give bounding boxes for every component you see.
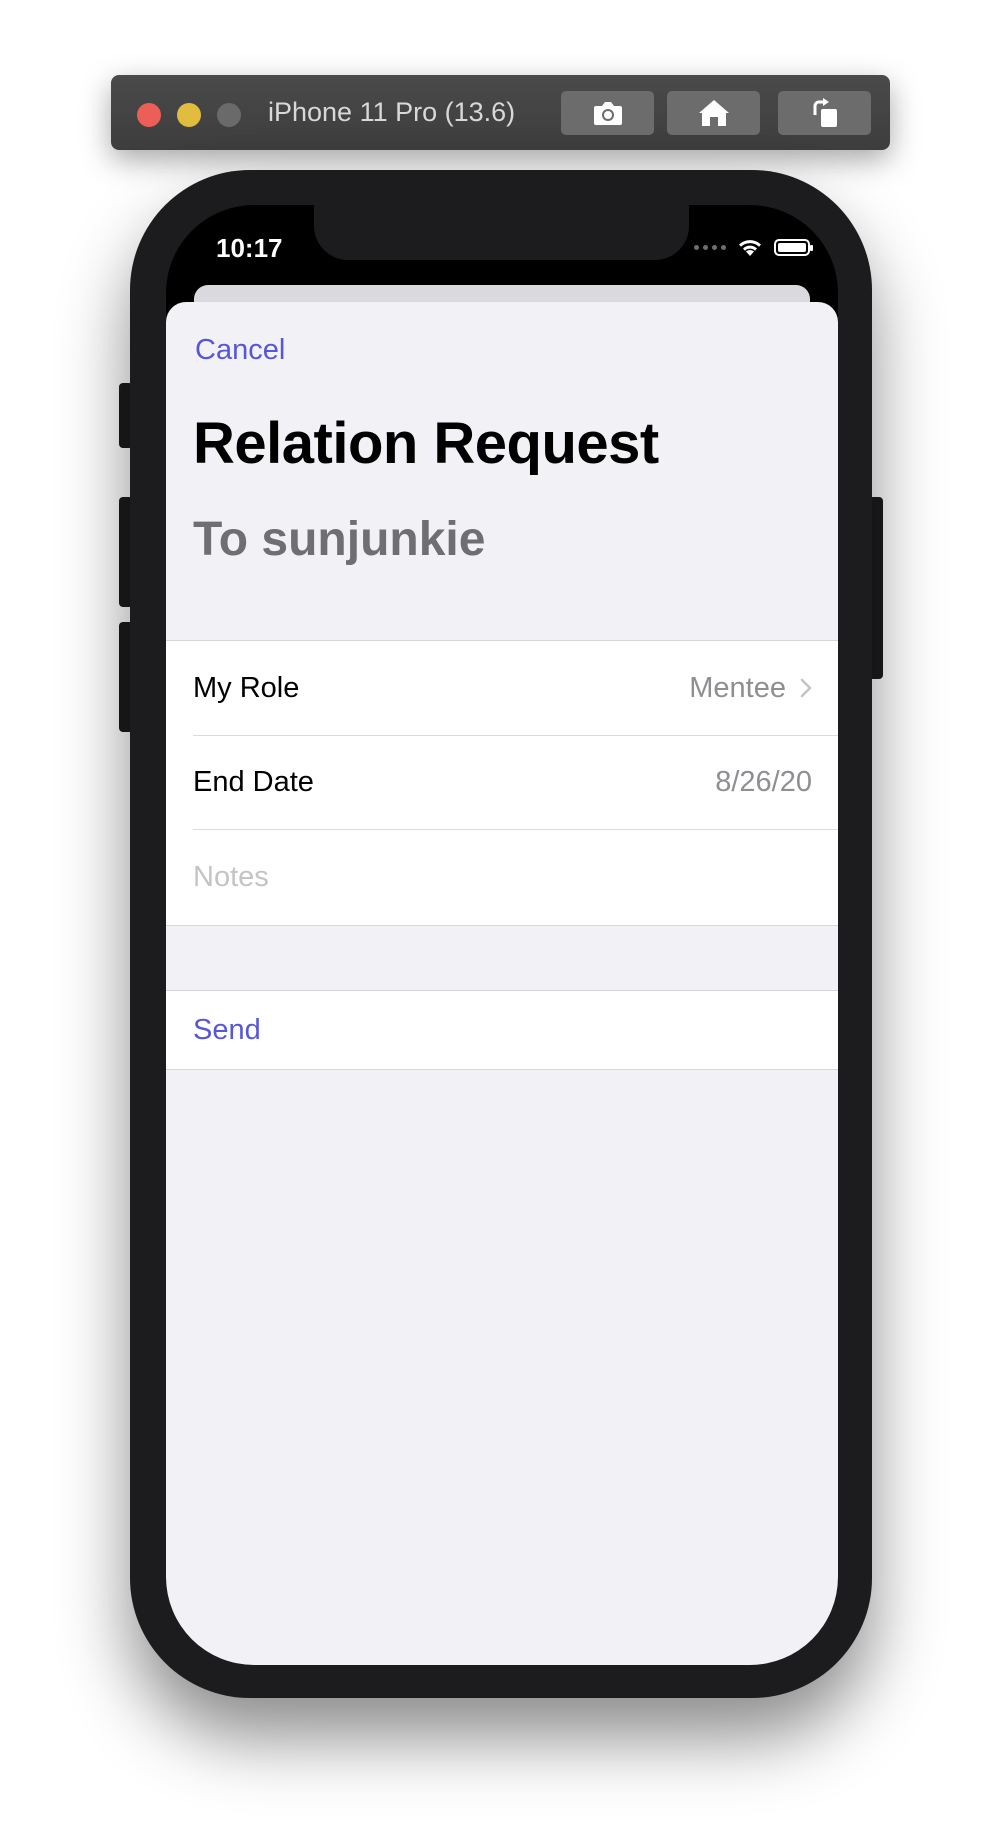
phone-screen: 10:17 Cancel Relation Request To sunjunk…	[166, 205, 838, 1665]
modal-sheet: Cancel Relation Request To sunjunkie My …	[166, 302, 838, 1665]
rotate-button[interactable]	[778, 91, 871, 135]
status-time: 10:17	[216, 233, 283, 263]
minimize-window-button[interactable]	[177, 103, 201, 127]
home-icon	[698, 100, 729, 126]
form-section: My Role Mentee End Date 8/26/20 Notes	[166, 640, 838, 926]
send-row[interactable]: Send	[166, 991, 838, 1069]
end-date-label: End Date	[193, 765, 314, 798]
home-button[interactable]	[667, 91, 760, 135]
zoom-window-button[interactable]	[217, 103, 241, 127]
notch	[314, 205, 689, 260]
screenshot-icon	[593, 102, 622, 125]
chevron-right-icon	[800, 678, 812, 698]
role-row[interactable]: My Role Mentee	[166, 641, 838, 735]
page-title: Relation Request	[193, 411, 659, 476]
signal-icon	[694, 244, 726, 250]
notes-placeholder: Notes	[193, 860, 269, 893]
cancel-button[interactable]: Cancel	[195, 334, 285, 367]
role-label: My Role	[193, 671, 300, 704]
battery-icon	[774, 238, 813, 256]
close-window-button[interactable]	[137, 103, 161, 127]
end-date-row[interactable]: End Date 8/26/20	[166, 735, 838, 829]
simulator-toolbar: iPhone 11 Pro (13.6)	[111, 75, 890, 150]
screenshot-button[interactable]	[561, 91, 654, 135]
role-value-container: Mentee	[689, 672, 812, 705]
rotate-icon	[813, 98, 837, 127]
role-value: Mentee	[689, 671, 786, 704]
notes-field[interactable]: Notes	[166, 829, 838, 925]
end-date-value[interactable]: 8/26/20	[715, 766, 812, 799]
status-icons	[694, 237, 813, 257]
simulator-title: iPhone 11 Pro (13.6)	[268, 97, 516, 127]
send-section: Send	[166, 990, 838, 1070]
wifi-icon	[739, 240, 761, 256]
page-subtitle: To sunjunkie	[193, 513, 486, 566]
send-button[interactable]: Send	[193, 1014, 261, 1047]
